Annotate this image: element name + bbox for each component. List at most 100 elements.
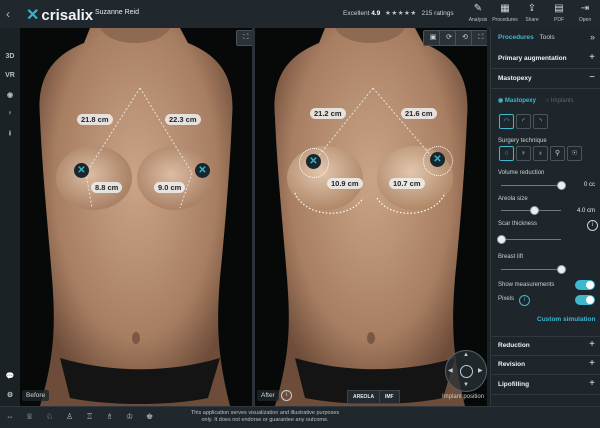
- plus-icon: +: [589, 52, 595, 63]
- measurement-right-sternal: 22.3 cm: [165, 114, 201, 125]
- pdf-button[interactable]: ▤ PDF: [545, 3, 573, 23]
- mastopexy-subtabs: ◉ Mastopexy ○ Implants: [498, 97, 574, 104]
- vr-button[interactable]: VR: [0, 72, 20, 79]
- mastopexy-type-1-icon[interactable]: ◠: [499, 114, 514, 129]
- mastopexy-type-3-icon[interactable]: ◝: [533, 114, 548, 129]
- collapse-icon[interactable]: »: [590, 32, 595, 42]
- open-button[interactable]: ⇥ Open: [571, 3, 599, 23]
- download-icon[interactable]: ⭳: [0, 129, 20, 140]
- tool-torso-icon[interactable]: ♖: [86, 412, 93, 421]
- section-reduction[interactable]: Reduction +: [491, 336, 600, 356]
- procedures-panel: Procedures Tools » Primary augmentation …: [490, 28, 600, 406]
- 3d-view-button[interactable]: 3D: [0, 53, 20, 60]
- document-icon: ▤: [554, 3, 564, 14]
- plus-icon: +: [589, 339, 595, 350]
- settings-icon[interactable]: ⚙: [0, 391, 20, 399]
- section-mastopexy[interactable]: Mastopexy −: [491, 70, 600, 89]
- panel-tabs: Procedures Tools: [498, 34, 555, 41]
- imf-segment-button[interactable]: IMF: [379, 390, 400, 404]
- tool-front-view-icon[interactable]: ♕: [26, 412, 33, 421]
- crisalix-logo: ✕ crisalix: [26, 7, 94, 24]
- nipple-marker-left-icon[interactable]: ✕: [74, 163, 89, 178]
- breast-lift-track: [501, 269, 561, 270]
- measurement-right-nipple-fold: 9.0 cm: [154, 182, 186, 193]
- grid-icon: ▦: [500, 3, 510, 14]
- scar-thickness-slider[interactable]: [497, 235, 506, 244]
- volume-reduction-value: 0 cc: [583, 182, 595, 188]
- share-button[interactable]: ⇪ Share: [518, 3, 546, 23]
- stars-icon: ★★★★★: [385, 10, 417, 17]
- measurement-left-sternal: 21.2 cm: [310, 108, 346, 119]
- breast-lift-slider[interactable]: [557, 265, 566, 274]
- custom-simulation-link[interactable]: Custom simulation: [537, 316, 596, 323]
- subtab-mastopexy[interactable]: ◉ Mastopexy: [498, 98, 536, 104]
- show-measurements-label: Show measurements: [498, 282, 555, 288]
- nipple-marker-left-icon[interactable]: ✕: [306, 154, 321, 169]
- section-primary-augmentation[interactable]: Primary augmentation +: [491, 50, 600, 69]
- analysis-button[interactable]: ✎ Analysis: [464, 3, 492, 23]
- tab-tools[interactable]: Tools: [539, 34, 554, 41]
- measurement-left-nipple-fold: 8.8 cm: [91, 182, 123, 193]
- fullscreen-icon[interactable]: ⛶: [236, 30, 252, 46]
- arrow-down-icon[interactable]: ▼: [463, 382, 469, 388]
- volume-reduction-label: Volume reduction: [498, 170, 545, 176]
- arrow-up-icon[interactable]: ▲: [463, 352, 469, 358]
- section-revision[interactable]: Revision +: [491, 356, 600, 375]
- tool-body-icon[interactable]: ♙: [66, 412, 73, 421]
- body-icon[interactable]: ♀: [0, 110, 20, 117]
- subtab-implants[interactable]: ○ Implants: [546, 98, 574, 104]
- pencil-icon: ✎: [473, 3, 483, 14]
- bottom-bar: ⇔ ♕ ♘ ♙ ♖ ♗ ♔ ♚ This application serves …: [0, 406, 600, 428]
- section-lipofilling[interactable]: Lipofilling +: [491, 376, 600, 395]
- before-label: Before: [22, 390, 50, 401]
- share-icon: ⇪: [527, 3, 537, 14]
- arrow-left-icon[interactable]: ◀: [448, 367, 453, 374]
- areola-segment-button[interactable]: AREOLA: [347, 390, 381, 404]
- tool-chest-icon[interactable]: ♗: [106, 412, 113, 421]
- technique-crescent-icon[interactable]: ☉: [567, 146, 582, 161]
- scar-thickness-track: [501, 239, 561, 240]
- technique-vertical-icon[interactable]: ♀: [516, 146, 531, 161]
- tool-side-view-icon[interactable]: ♘: [46, 412, 53, 421]
- pixels-toggle[interactable]: [575, 295, 595, 305]
- tool-view-icon[interactable]: ♚: [146, 412, 153, 421]
- measurement-right-sternal: 21.6 cm: [401, 108, 437, 119]
- torso-before-graphic: [39, 28, 233, 406]
- pixels-info-icon[interactable]: i: [519, 295, 530, 306]
- open-icon: ⇥: [580, 3, 590, 14]
- tool-hips-icon[interactable]: ♔: [126, 412, 133, 421]
- mastopexy-type-2-icon[interactable]: ◜: [516, 114, 531, 129]
- tool-mirror-icon[interactable]: ⇔: [6, 412, 14, 421]
- viewer-after[interactable]: 21.2 cm 21.6 cm 10.9 cm 10.7 cm ✕ ✕ ▣ ⟳ …: [255, 28, 487, 406]
- measurement-left-nipple-fold: 10.9 cm: [327, 178, 363, 189]
- technique-periareolar-icon[interactable]: ○: [499, 146, 514, 161]
- technique-lollipop-icon[interactable]: ⚲: [550, 146, 565, 161]
- technique-anchor-icon[interactable]: ♁: [533, 146, 548, 161]
- scar-info-icon[interactable]: i: [587, 220, 598, 231]
- left-toolbar: 3D VR ◉ ♀ ⭳ 💬 ⚙: [0, 28, 20, 406]
- info-icon[interactable]: i: [281, 390, 292, 401]
- patient-name: Suzanne Reid: [95, 9, 139, 16]
- tab-procedures[interactable]: Procedures: [498, 34, 534, 41]
- areola-size-value: 4.0 cm: [576, 208, 595, 214]
- volume-reduction-slider[interactable]: [557, 181, 566, 190]
- chat-icon[interactable]: 💬: [0, 372, 20, 380]
- arrow-right-icon[interactable]: ▶: [478, 367, 483, 374]
- top-bar: ‹ ✕ crisalix Suzanne Reid Excellent 4.9 ★…: [0, 0, 600, 29]
- viewer-before[interactable]: 21.8 cm 22.3 cm 8.8 cm 9.0 cm ✕ ✕ ⛶ Befo…: [20, 28, 252, 406]
- crisalix-x-icon: ✕: [26, 7, 40, 24]
- measurement-left-sternal: 21.8 cm: [77, 114, 113, 125]
- implant-position-pad[interactable]: ▲ ▼ ◀ ▶: [445, 350, 487, 392]
- nipple-marker-right-icon[interactable]: ✕: [430, 152, 445, 167]
- procedures-button[interactable]: ▦ Procedures: [491, 3, 519, 23]
- fullscreen-icon[interactable]: ⛶: [471, 30, 487, 46]
- chevron-left-icon[interactable]: ‹: [6, 7, 10, 21]
- plus-icon: +: [589, 358, 595, 369]
- center-icon[interactable]: [460, 365, 473, 378]
- areola-size-slider[interactable]: [530, 206, 539, 215]
- pixels-label: Pixels: [498, 296, 515, 302]
- record-icon[interactable]: ◉: [0, 91, 20, 99]
- nipple-marker-right-icon[interactable]: ✕: [195, 163, 210, 178]
- show-measurements-toggle[interactable]: [575, 280, 595, 290]
- surgery-technique-label: Surgery technique: [498, 138, 547, 144]
